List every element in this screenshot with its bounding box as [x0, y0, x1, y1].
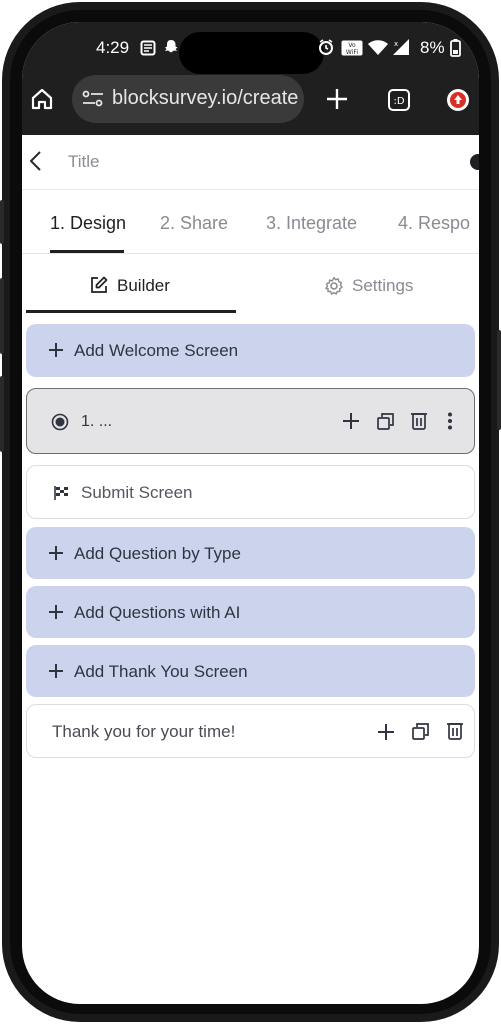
battery-icon [450, 39, 461, 62]
tab-share[interactable]: 2. Share [160, 213, 228, 234]
toggle-icon[interactable] [468, 153, 479, 176]
more-options-icon[interactable] [447, 412, 453, 435]
question-title: 1. ... [81, 413, 113, 430]
side-button [0, 278, 4, 354]
add-questions-ai-label: Add Questions with AI [74, 603, 241, 622]
submit-screen-card[interactable]: Submit Screen [26, 465, 475, 519]
screen: 4:29 Vo WiFi x 8% blocksurvey.io/create … [22, 22, 479, 1004]
step-tabs: 1. Design 2. Share 3. Integrate 4. Respo [22, 189, 479, 254]
url-bar[interactable]: blocksurvey.io/create [72, 75, 304, 123]
side-button [497, 330, 501, 430]
back-chevron-icon[interactable] [28, 150, 42, 177]
radio-selected-icon [51, 413, 69, 436]
add-question-by-type-label: Add Question by Type [74, 544, 241, 563]
snapchat-icon [164, 39, 178, 60]
tab-integrate[interactable]: 3. Integrate [266, 213, 357, 234]
submit-screen-label: Submit Screen [81, 483, 193, 502]
svg-text:WiFi: WiFi [346, 49, 358, 56]
duplicate-icon[interactable] [412, 723, 429, 745]
form-title-input[interactable]: Title [68, 152, 100, 172]
edit-icon [90, 276, 108, 299]
add-question-by-type-button[interactable]: Add Question by Type [26, 527, 475, 579]
svg-text:Vo: Vo [348, 42, 356, 49]
alarm-icon [318, 39, 334, 61]
site-settings-icon[interactable] [82, 90, 104, 113]
checkered-flag-icon [53, 485, 69, 506]
delete-icon[interactable] [447, 722, 463, 745]
settings-gear-icon [324, 276, 344, 301]
form-title-bar: Title [22, 135, 479, 190]
add-welcome-screen-button[interactable]: Add Welcome Screen [26, 324, 475, 377]
battery-percent: 8% [420, 38, 445, 57]
tab-count: :D [393, 96, 404, 107]
svg-text:x: x [394, 40, 398, 48]
url-text: blocksurvey.io/create [112, 87, 299, 109]
add-welcome-screen-label: Add Welcome Screen [74, 341, 239, 360]
side-button [0, 376, 4, 452]
tab-design[interactable]: 1. Design [50, 213, 126, 234]
plus-icon [48, 604, 66, 622]
duplicate-icon[interactable] [377, 413, 394, 435]
status-time: 4:29 [96, 38, 130, 57]
builder-subtabs: Builder Settings [22, 254, 479, 313]
add-thank-you-screen-label: Add Thank You Screen [74, 662, 248, 681]
signal-icon: x [392, 38, 410, 61]
home-icon[interactable] [30, 87, 54, 116]
tab-responses[interactable]: 4. Respo [398, 213, 470, 234]
active-subtab-indicator [26, 310, 236, 313]
vowifi-icon: Vo WiFi [341, 40, 363, 61]
tab-builder[interactable]: Builder [117, 276, 170, 296]
plus-icon [48, 545, 66, 563]
wifi-icon [368, 40, 388, 61]
add-icon[interactable] [377, 723, 395, 746]
active-step-indicator [50, 250, 124, 253]
side-button [0, 200, 4, 244]
dynamic-island [179, 32, 324, 74]
question-card[interactable]: 1. ... [26, 388, 475, 454]
browser-chrome: 4:29 Vo WiFi x 8% blocksurvey.io/create … [22, 22, 479, 135]
plus-icon [48, 663, 66, 681]
update-menu-icon[interactable] [446, 88, 470, 117]
tab-switcher-icon[interactable]: :D [387, 88, 411, 117]
add-questions-ai-button[interactable]: Add Questions with AI [26, 586, 475, 638]
add-question-icon[interactable] [342, 412, 360, 435]
add-thank-you-screen-button[interactable]: Add Thank You Screen [26, 645, 475, 697]
new-tab-icon[interactable] [326, 88, 348, 115]
notes-icon [140, 40, 156, 61]
plus-icon [48, 342, 66, 360]
delete-icon[interactable] [411, 412, 427, 435]
thank-you-message: Thank you for your time! [52, 722, 236, 741]
thank-you-card[interactable]: Thank you for your time! [26, 704, 475, 758]
tab-settings[interactable]: Settings [352, 276, 413, 296]
